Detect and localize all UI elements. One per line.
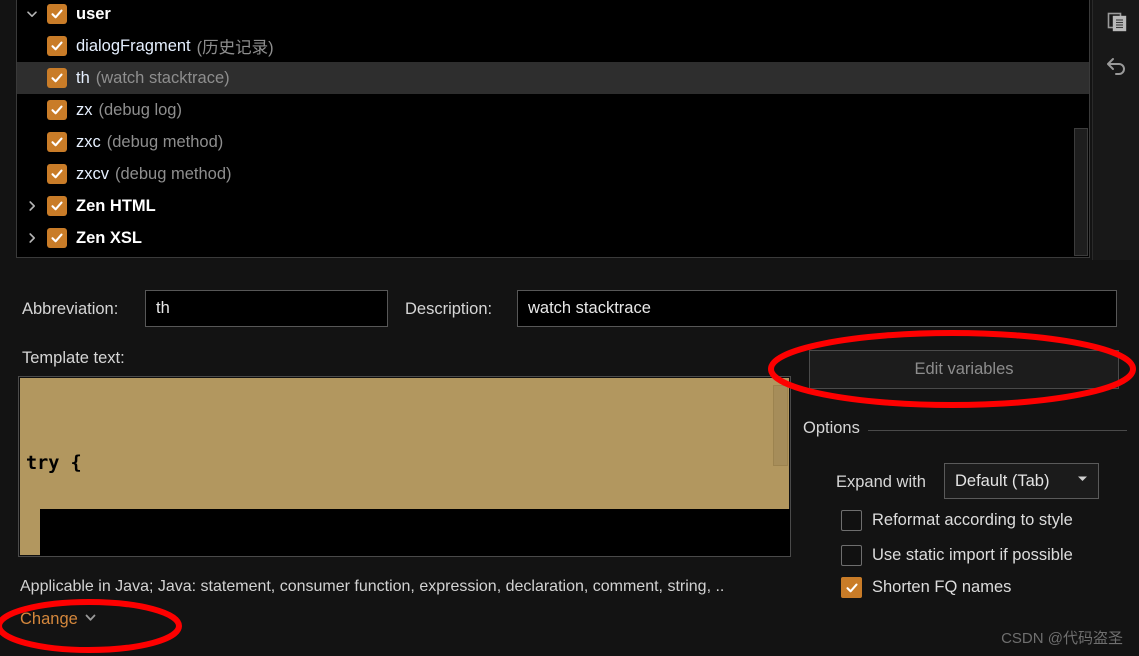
checkbox-checked-icon[interactable] bbox=[47, 164, 67, 184]
tree-node-label: zxc bbox=[76, 132, 101, 151]
checkbox-checked-icon[interactable] bbox=[47, 68, 67, 88]
code-line: try { bbox=[26, 453, 82, 474]
tree-row[interactable]: zxc (debug method) bbox=[17, 126, 1089, 158]
checkbox-unchecked-icon[interactable] bbox=[841, 510, 862, 531]
editor-scrollbar-thumb[interactable] bbox=[773, 385, 788, 466]
tree-node-label: Zen XSL bbox=[76, 228, 143, 247]
tree-row[interactable]: zx (debug log) bbox=[17, 94, 1089, 126]
tree-row-selected[interactable]: th (watch stacktrace) bbox=[17, 62, 1089, 94]
duplicate-button[interactable] bbox=[1093, 2, 1139, 46]
checkbox-checked-icon[interactable] bbox=[47, 100, 67, 120]
tree-node-label: zxcv bbox=[76, 164, 109, 183]
checkbox-checked-icon[interactable] bbox=[47, 36, 67, 56]
reformat-according-to-style-row[interactable]: Reformat according to style bbox=[841, 510, 1073, 531]
tree-node-description: (debug method) bbox=[106, 132, 224, 151]
description-label: Description: bbox=[405, 300, 493, 318]
options-title: Options bbox=[803, 419, 868, 438]
shorten-fq-names-label: Shorten FQ names bbox=[872, 578, 1012, 596]
template-text-editor-surface[interactable]: try { throw new RuntimeException("watch … bbox=[20, 378, 790, 556]
tree-node-label: th bbox=[76, 68, 90, 87]
tree-row[interactable]: zxcv (debug method) bbox=[17, 158, 1089, 190]
tree-row[interactable]: Zen XSL bbox=[17, 222, 1089, 254]
checkbox-checked-icon[interactable] bbox=[47, 4, 67, 24]
tree-node-label: dialogFragment bbox=[76, 36, 191, 55]
template-code[interactable]: try { throw new RuntimeException("watch … bbox=[20, 378, 606, 556]
change-link-label: Change bbox=[20, 610, 78, 628]
tree-node-description: (历史记录) bbox=[196, 39, 274, 57]
checkbox-checked-icon[interactable] bbox=[47, 228, 67, 248]
abbreviation-input[interactable]: th bbox=[145, 290, 388, 327]
tree-node-description: (debug log) bbox=[98, 100, 182, 119]
tree-node-label: zx bbox=[76, 100, 93, 119]
tree-row[interactable]: user bbox=[17, 0, 1089, 30]
template-text-label: Template text: bbox=[22, 349, 125, 367]
tree-node-description: (debug method) bbox=[115, 164, 232, 183]
checkbox-checked-icon[interactable] bbox=[841, 577, 862, 598]
checkbox-checked-icon[interactable] bbox=[47, 196, 67, 216]
tree-scrollbar-thumb[interactable] bbox=[1074, 128, 1088, 256]
use-static-import-row[interactable]: Use static import if possible bbox=[841, 545, 1073, 566]
applicable-context-text: Applicable in Java; Java: statement, con… bbox=[20, 578, 725, 595]
tree-row[interactable]: Zen HTML bbox=[17, 190, 1089, 222]
change-context-link[interactable]: Change bbox=[20, 610, 97, 629]
revert-icon bbox=[1105, 54, 1129, 83]
tree-side-toolbar bbox=[1092, 0, 1139, 260]
code-line: throw new RuntimeException("watch stackt… bbox=[26, 544, 606, 556]
tree-row[interactable]: dialogFragment (历史记录) bbox=[17, 30, 1089, 62]
reformat-according-to-style-label: Reformat according to style bbox=[872, 511, 1073, 529]
use-static-import-label: Use static import if possible bbox=[872, 546, 1073, 564]
description-input[interactable]: watch stacktrace bbox=[517, 290, 1117, 327]
settings-dialog-live-templates: user dialogFragment (历史记录) th (watch sta… bbox=[0, 0, 1139, 656]
expand-with-select[interactable]: Default (Tab) bbox=[944, 463, 1099, 499]
tree-node-description: (watch stacktrace) bbox=[95, 68, 230, 87]
expand-with-label: Expand with bbox=[836, 473, 926, 491]
chevron-right-icon[interactable] bbox=[17, 231, 47, 245]
abbreviation-label: Abbreviation: bbox=[22, 300, 119, 318]
checkbox-checked-icon[interactable] bbox=[47, 132, 67, 152]
chevron-down-icon[interactable] bbox=[84, 610, 97, 629]
edit-variables-button[interactable]: Edit variables bbox=[809, 350, 1119, 389]
template-group-tree[interactable]: user dialogFragment (历史记录) th (watch sta… bbox=[16, 0, 1090, 258]
tree-node-label: user bbox=[76, 4, 111, 23]
shorten-fq-names-row[interactable]: Shorten FQ names bbox=[841, 577, 1011, 598]
revert-button[interactable] bbox=[1093, 46, 1139, 90]
template-text-editor[interactable]: try { throw new RuntimeException("watch … bbox=[18, 376, 791, 557]
tree-scrollbar[interactable] bbox=[1073, 0, 1089, 257]
chevron-down-icon[interactable] bbox=[17, 7, 47, 21]
watermark: CSDN @代码盗圣 bbox=[1001, 630, 1123, 647]
tree-node-label: Zen HTML bbox=[76, 196, 156, 215]
copy-icon bbox=[1106, 11, 1128, 38]
chevron-down-icon[interactable] bbox=[1075, 471, 1090, 491]
checkbox-unchecked-icon[interactable] bbox=[841, 545, 862, 566]
expand-with-value: Default (Tab) bbox=[955, 471, 1050, 490]
chevron-right-icon[interactable] bbox=[17, 199, 47, 213]
